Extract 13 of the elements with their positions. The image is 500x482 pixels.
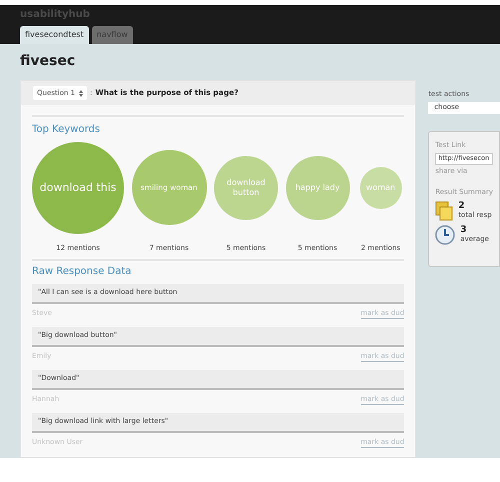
updown-arrows-icon	[79, 90, 83, 96]
stat-value: 3	[460, 226, 468, 235]
clock-icon	[435, 225, 456, 245]
section-heading: Raw Response Data	[32, 264, 132, 278]
sticky-notes-icon	[435, 201, 454, 221]
keyword-bubble: happy lady	[286, 156, 350, 220]
tab[interactable]: fivesecondtest	[20, 26, 89, 44]
section-heading: Top Keywords	[32, 123, 101, 137]
page-title: fivesec	[20, 52, 76, 71]
keyword-bubble: woman	[360, 166, 402, 208]
stat-value: 2	[458, 202, 466, 211]
keyword-bubble: download button	[214, 156, 278, 220]
keyword-bubble: download this	[32, 142, 124, 234]
